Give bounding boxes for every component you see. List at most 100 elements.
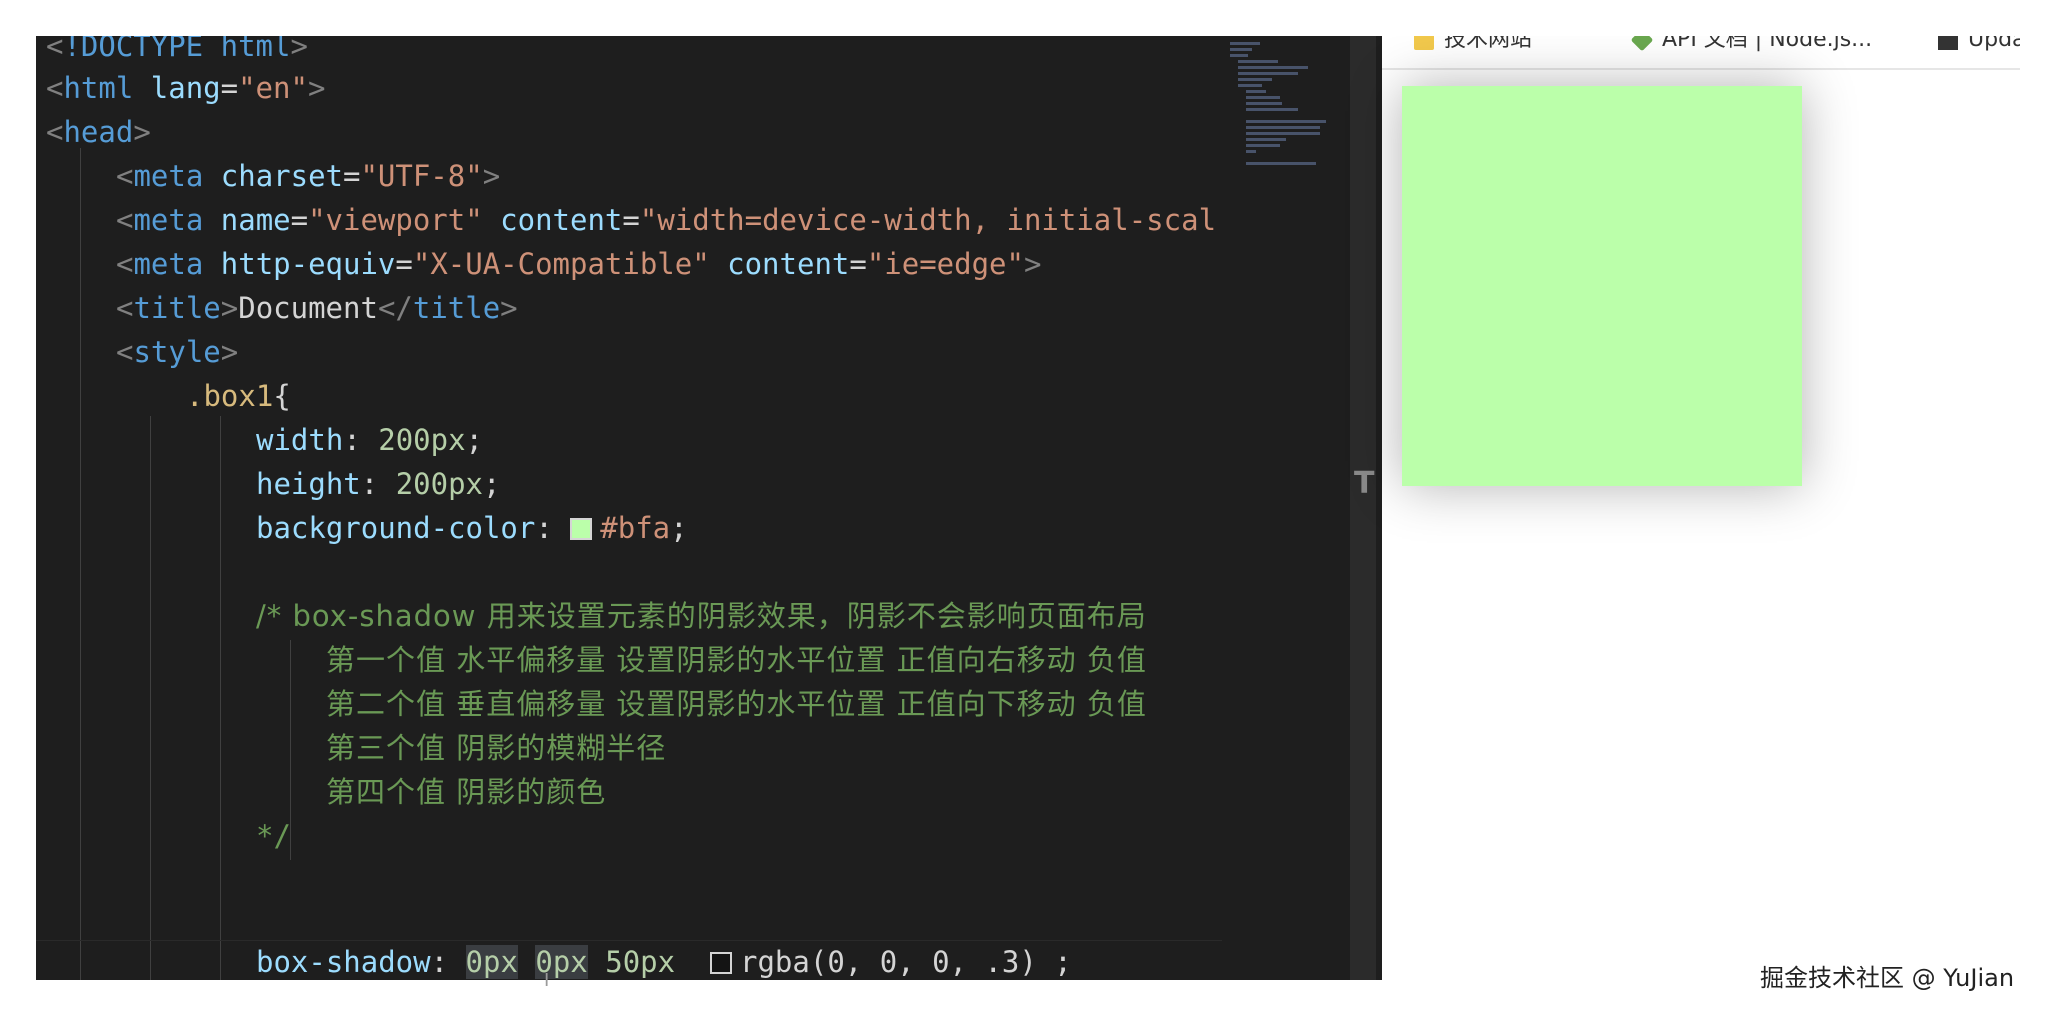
token: 第四个值 阴影的颜色	[326, 775, 607, 809]
token: rgba(0, 0, 0, .3)	[740, 945, 1037, 979]
token: <	[46, 36, 64, 63]
bookmarks-bar: 技术网站 API 文档 | Node.js... Updat	[1382, 36, 2020, 70]
code-line-box-shadow: box-shadow: 0px 0px 50px rgba(0, 0, 0, .…	[256, 940, 1072, 980]
token: >	[307, 71, 326, 105]
bookmark-label: Updat	[1968, 36, 2020, 52]
code-line-height: height: 200px;	[256, 462, 500, 506]
token: =	[622, 203, 640, 237]
token: ;	[483, 467, 501, 501]
token: name	[220, 203, 291, 237]
code-line-title: <title>Document</title>	[116, 286, 518, 330]
token: /* box-shadow 用来设置元素的阴影效果，阴影不会影响页面布局	[256, 599, 1147, 633]
token: <	[46, 115, 64, 149]
token: "ie=edge"	[866, 247, 1024, 281]
code-comment-line: 第三个值 阴影的模糊半径	[326, 726, 666, 770]
color-swatch[interactable]	[710, 952, 733, 974]
nodejs-icon	[1630, 36, 1654, 52]
token: "X-UA-Compatible"	[412, 247, 710, 281]
token: <	[116, 159, 134, 193]
minimap-line	[1246, 162, 1316, 165]
minimap-line	[1238, 66, 1308, 69]
token: meta	[133, 159, 204, 193]
minimap-line	[1238, 72, 1298, 75]
code-line-html: <html lang="en">	[46, 66, 325, 110]
token: "en"	[238, 71, 308, 105]
indent-guide	[150, 416, 151, 980]
token: 第二个值 垂直偏移量 设置阴影的水平位置 正值向下移动 负值	[326, 687, 1147, 721]
token: !DOCTYPE	[63, 36, 204, 63]
token: >	[133, 115, 151, 149]
token: width	[256, 423, 344, 457]
token: */	[256, 819, 291, 853]
token: 200px	[395, 467, 483, 501]
code-comment-line: 第四个值 阴影的颜色	[326, 770, 606, 814]
code-editor[interactable]: <!DOCTYPE html> <html lang="en"> <head> …	[36, 36, 1222, 980]
watermark: 掘金技术社区 @ YuJian	[1760, 964, 2015, 992]
bookmark-item[interactable]: Updat	[1938, 36, 2020, 56]
token: html	[63, 71, 134, 105]
token: >	[500, 291, 518, 325]
token: 第三个值 阴影的模糊半径	[326, 731, 667, 765]
minimap-line	[1246, 90, 1266, 93]
bookmark-item[interactable]: 技术网站	[1414, 36, 1532, 56]
token: <	[116, 335, 134, 369]
minimap-line	[1230, 54, 1248, 57]
screen-frame: <!DOCTYPE html> <html lang="en"> <head> …	[36, 36, 2020, 980]
token: "viewport"	[308, 203, 483, 237]
editor-minimap[interactable]	[1222, 36, 1350, 980]
token: <	[116, 203, 134, 237]
token: >	[290, 36, 308, 63]
code-comment-line: */	[256, 814, 291, 858]
token: >	[1023, 247, 1042, 281]
code-comment-line: 第一个值 水平偏移量 设置阴影的水平位置 正值向右移动 负值	[326, 638, 1147, 682]
bookmark-label: 技术网站	[1444, 36, 1533, 52]
minimap-line	[1238, 60, 1278, 63]
token: "UTF-8"	[360, 159, 483, 193]
bookmark-label: API 文档 | Node.js...	[1662, 36, 1873, 52]
token: meta	[133, 247, 204, 281]
token: >	[482, 159, 501, 193]
browser-preview: 技术网站 API 文档 | Node.js... Updat	[1382, 36, 2020, 980]
indent-guide	[80, 148, 81, 980]
indent-guide	[220, 416, 221, 980]
bookmark-item[interactable]: API 文档 | Node.js...	[1630, 36, 1873, 56]
page-icon	[1938, 36, 1958, 50]
code-comment-line: 第二个值 垂直偏移量 设置阴影的水平位置 正值向下移动 负值	[326, 682, 1147, 726]
token: :	[430, 945, 466, 979]
token: head	[63, 115, 134, 149]
token: =	[290, 203, 309, 237]
code-line-doctype: <!DOCTYPE html>	[46, 36, 308, 68]
code-line-selector: .box1{	[186, 374, 291, 418]
text-cursor-icon: I	[544, 970, 550, 991]
token: title	[133, 291, 221, 325]
code-line-width: width: 200px;	[256, 418, 483, 462]
token: 0px	[465, 945, 518, 979]
minimap-line	[1246, 132, 1320, 135]
minimap-line	[1246, 138, 1286, 141]
token: ;	[465, 423, 484, 457]
token: "width=device-width, initial-scal	[639, 203, 1217, 237]
code-line-meta-compat: <meta http-equiv="X-UA-Compatible" conte…	[116, 242, 1041, 286]
token: http-equiv	[220, 247, 396, 281]
token: <	[116, 247, 134, 281]
scroll-thumb-icon[interactable]: T	[1354, 466, 1374, 501]
token: :	[360, 467, 396, 501]
shadow-box-demo	[1402, 86, 1802, 486]
token: >	[220, 291, 239, 325]
color-swatch[interactable]	[570, 518, 593, 540]
folder-icon	[1414, 36, 1434, 50]
token: content	[500, 203, 623, 237]
token: <	[46, 71, 64, 105]
editor-scrollbar[interactable]: T	[1350, 36, 1376, 980]
token: Document	[238, 291, 378, 325]
token: =	[849, 247, 867, 281]
minimap-line	[1246, 108, 1298, 111]
token: style	[133, 335, 221, 369]
minimap-line	[1246, 150, 1256, 153]
